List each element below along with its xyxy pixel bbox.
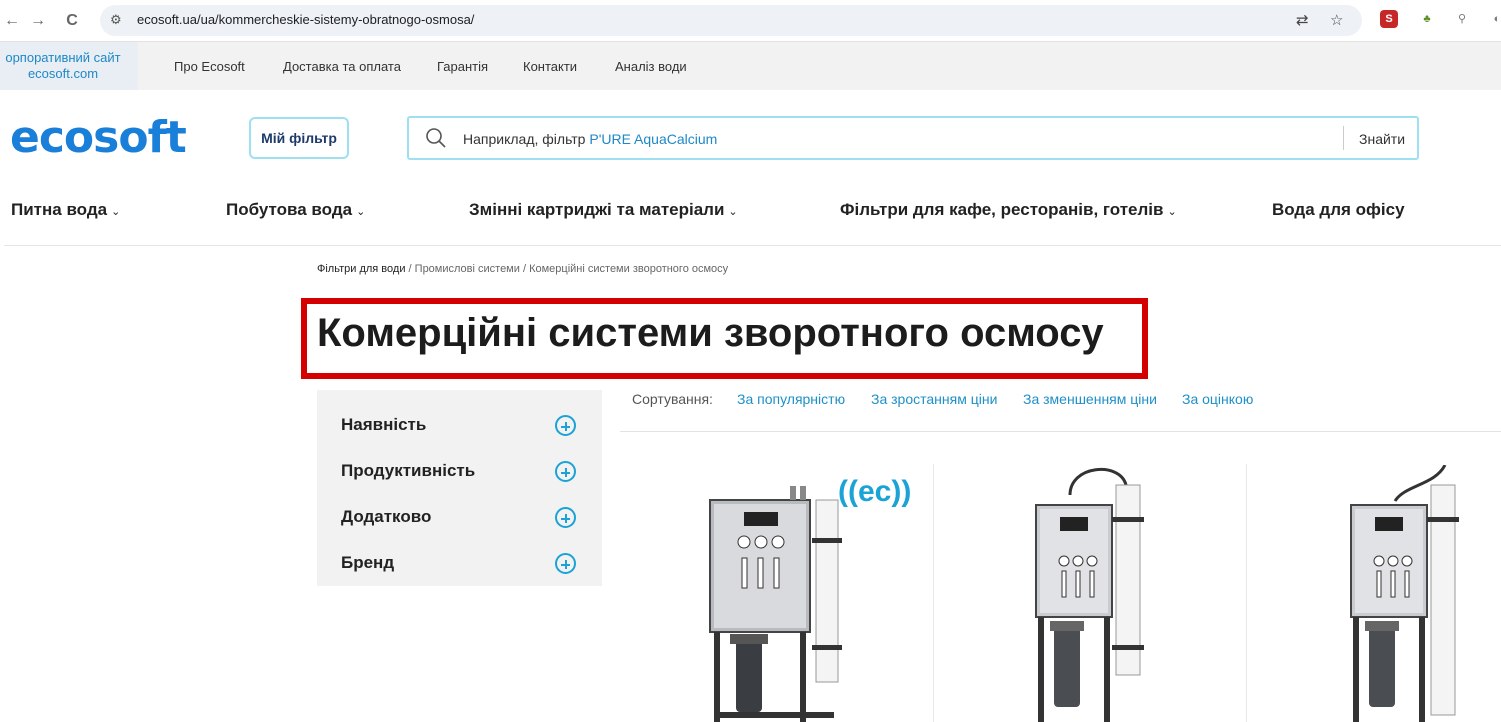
expand-plus-icon[interactable] [555,553,576,574]
search-divider [1343,126,1344,150]
corporate-line-1: орпоративний сайт [5,50,121,65]
info-bar: орпоративний сайт ecosoft.com Про Ecosof… [0,42,1501,90]
back-arrow-icon[interactable]: ← [0,9,24,33]
menu-label: Фільтри для кафе, ресторанів, готелів [840,200,1164,219]
chevron-down-icon: ⌄ [356,206,366,218]
ecosoft-logo[interactable]: ecosoft [10,112,187,163]
product-image-ro-system-1[interactable] [700,480,850,722]
expand-plus-icon[interactable] [555,415,576,436]
menu-drinking-water[interactable]: Питна вода ⌄ [11,200,120,220]
sort-label: Сортування: [632,391,713,407]
corporate-line-2: ecosoft.com [27,66,99,81]
filter-brand[interactable]: Бренд [341,553,394,573]
sort-divider [620,431,1501,432]
sort-rating[interactable]: За оцінкою [1182,391,1253,407]
page-title: Комерційні системи зворотного осмосу [317,311,1104,355]
reload-icon[interactable]: C [60,9,84,33]
delivery-link[interactable]: Доставка та оплата [283,59,401,74]
breadcrumb-current: Комерційні системи зворотного осмосу [529,263,729,275]
browser-toolbar: ← → C ⚙ ecosoft.ua/ua/kommercheskie-sist… [0,0,1501,42]
water-analysis-link[interactable]: Аналіз води [615,59,687,74]
breadcrumb-separator: / [408,263,412,275]
product-divider [933,464,934,722]
site-settings-icon[interactable]: ⚙ [110,12,122,28]
expand-plus-icon[interactable] [555,507,576,528]
search-placeholder-prefix: Наприклад, фільтр [463,131,590,147]
product-divider [1246,464,1247,722]
menu-household-water[interactable]: Побутова вода ⌄ [226,200,365,220]
menu-label: Вода для офісу [1272,200,1405,219]
chevron-down-icon: ⌄ [728,206,738,218]
filter-additional[interactable]: Додатково [341,507,431,527]
filter-panel: Наявність Продуктивність Додатково Бренд [317,390,602,586]
my-filter-button[interactable]: Мій фільтр [249,117,349,159]
breadcrumb: Фільтри для води / Промислові системи / … [317,263,728,275]
filter-productivity[interactable]: Продуктивність [341,461,475,481]
ec-badge-icon: ((ec)) [838,475,912,508]
search-bar[interactable]: Наприклад, фільтр P'URE AquaCalcium Знай… [407,116,1419,160]
warranty-link[interactable]: Гарантія [437,59,488,74]
product-image-ro-system-2[interactable] [1030,465,1150,722]
extension-puzzle-icon[interactable]: ♣ [1418,10,1436,28]
address-bar[interactable]: ⚙ ecosoft.ua/ua/kommercheskie-sistemy-ob… [100,5,1362,36]
search-input[interactable]: Наприклад, фільтр P'URE AquaCalcium [463,131,717,147]
breadcrumb-item[interactable]: Промислові системи [415,263,520,275]
search-submit-button[interactable]: Знайти [1359,131,1405,147]
expand-plus-icon[interactable] [555,461,576,482]
translate-icon[interactable]: ⇄ [1296,11,1309,29]
url-text[interactable]: ecosoft.ua/ua/kommercheskie-sistemy-obra… [137,12,474,27]
menu-label: Побутова вода [226,200,353,219]
chevron-down-icon: ⌄ [1167,206,1177,218]
menu-horeca[interactable]: Фільтри для кафе, ресторанів, готелів ⌄ [840,200,1177,220]
chevron-down-icon: ⌄ [111,206,121,218]
menu-divider [4,245,1501,246]
menu-label: Питна вода [11,200,108,219]
extension-search-icon[interactable]: ⚲ [1453,10,1471,28]
menu-office-water[interactable]: Вода для офісу [1272,200,1405,220]
sort-price-asc[interactable]: За зростанням ціни [871,391,997,407]
menu-label: Змінні картриджі та матеріали [469,200,725,219]
breadcrumb-item[interactable]: Фільтри для води [317,263,405,275]
product-image-ro-system-3[interactable] [1345,465,1465,722]
search-icon [426,128,446,148]
about-link[interactable]: Про Ecosoft [174,59,245,74]
extension-shield-icon[interactable]: ◐ [1488,10,1501,28]
sort-popularity[interactable]: За популярністю [737,391,845,407]
forward-arrow-icon[interactable]: → [26,9,50,33]
menu-cartridges[interactable]: Змінні картриджі та матеріали ⌄ [469,200,738,220]
breadcrumb-separator: / [522,263,527,275]
filter-availability[interactable]: Наявність [341,415,426,435]
bookmark-star-icon[interactable]: ☆ [1330,11,1343,29]
contacts-link[interactable]: Контакти [523,59,577,74]
corporate-site-link[interactable]: орпоративний сайт ecosoft.com [0,42,138,90]
extension-s-icon[interactable]: S [1380,10,1398,28]
search-placeholder-highlight: P'URE AquaCalcium [589,131,718,147]
sort-price-desc[interactable]: За зменшенням ціни [1023,391,1157,407]
